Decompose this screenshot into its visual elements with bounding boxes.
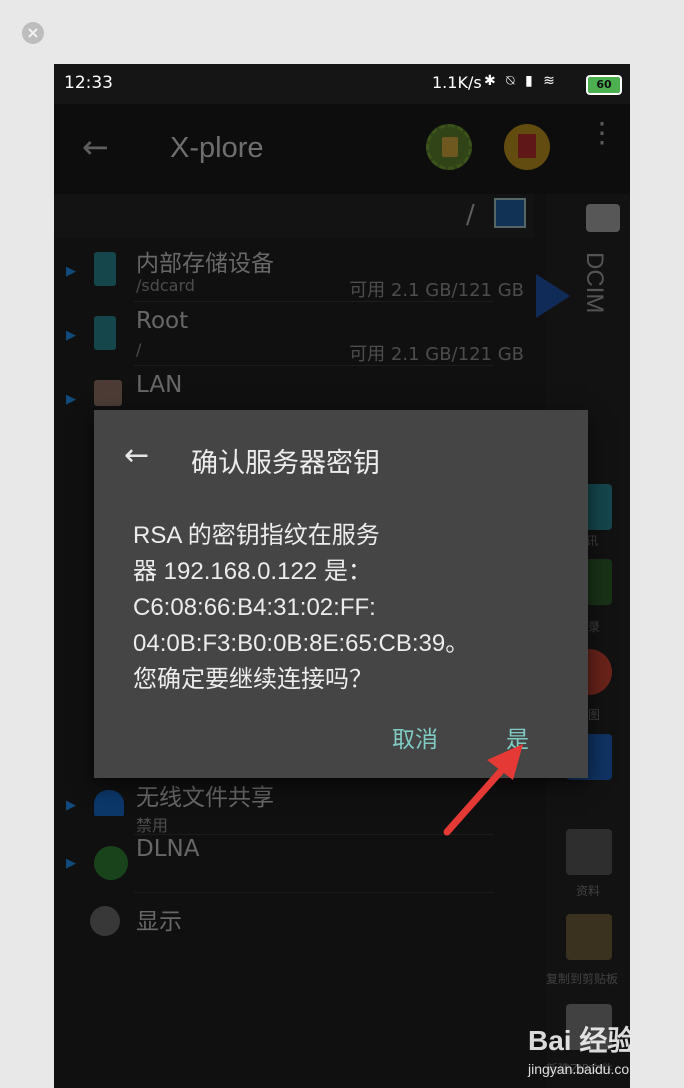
- status-icons: ✱ ⍉ ▮ ≋: [484, 73, 558, 89]
- annotation-arrow-icon: [443, 744, 523, 836]
- status-bar: 12:33 1.1K/s ✱ ⍉ ▮ ≋ 60: [54, 64, 630, 104]
- watermark-brand: Bai 经验: [528, 1025, 630, 1056]
- cancel-button[interactable]: 取消: [392, 720, 438, 754]
- status-time: 12:33: [64, 73, 113, 93]
- watermark-url: jingyan.baidu.com: [528, 1061, 630, 1077]
- phone-screen: 12:33 1.1K/s ✱ ⍉ ▮ ≋ 60 ← X-plore ⋮ / ▶ …: [54, 64, 630, 1088]
- status-net-speed: 1.1K/s: [432, 73, 482, 92]
- battery-icon: 60: [586, 75, 622, 95]
- window-close-icon[interactable]: ×: [22, 22, 44, 44]
- dialog-back-icon[interactable]: ←: [124, 438, 149, 473]
- dialog-title: 确认服务器密钥: [191, 448, 380, 479]
- baidu-watermark: Bai 经验 jingyan.baidu.com: [528, 1019, 630, 1088]
- confirm-server-key-dialog: ← 确认服务器密钥 RSA 的密钥指纹在服务 器 192.168.0.122 是…: [94, 410, 588, 778]
- dialog-message: RSA 的密钥指纹在服务 器 192.168.0.122 是： C6:08:66…: [133, 522, 470, 693]
